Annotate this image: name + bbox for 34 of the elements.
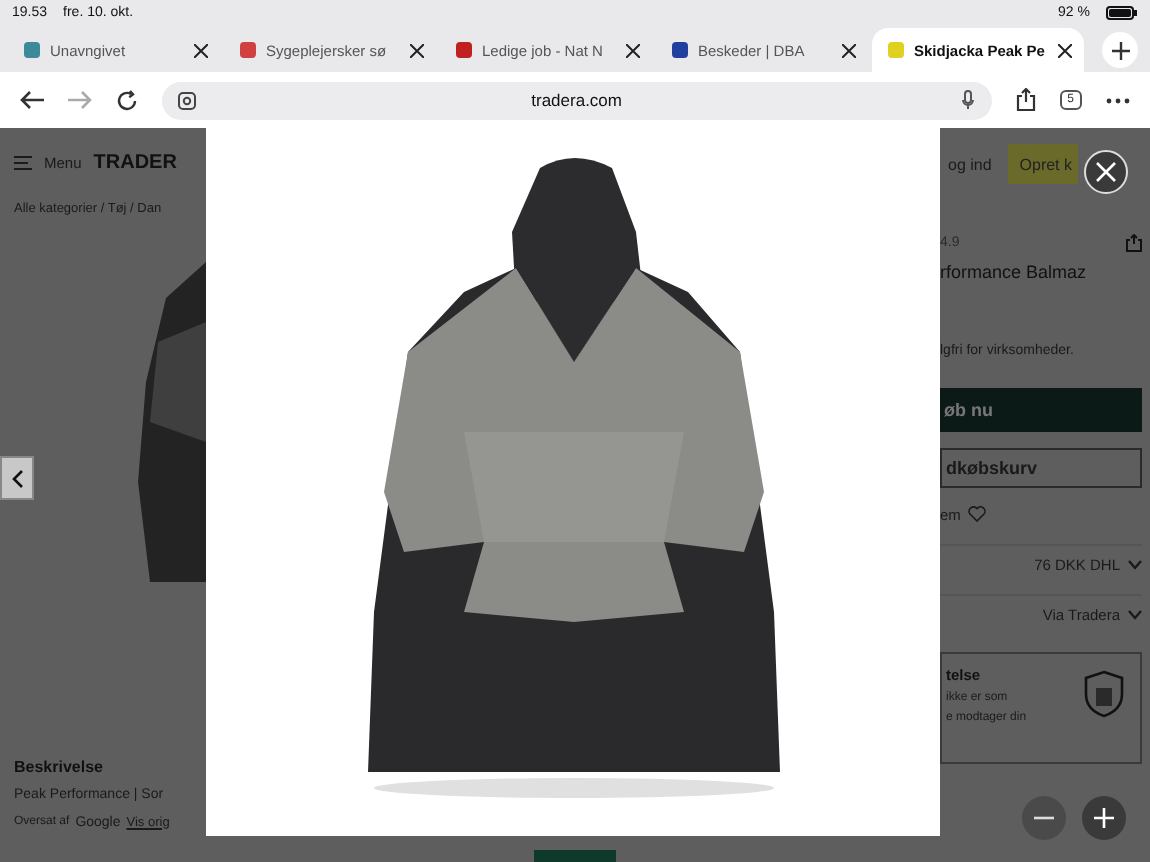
heart-icon[interactable] bbox=[968, 506, 987, 522]
menu-icon[interactable] bbox=[14, 155, 32, 169]
shield-icon bbox=[1084, 670, 1124, 718]
close-icon[interactable] bbox=[842, 43, 856, 57]
close-icon[interactable] bbox=[626, 43, 640, 57]
share-button[interactable] bbox=[1015, 88, 1036, 112]
close-icon[interactable] bbox=[1058, 43, 1072, 57]
share-icon[interactable] bbox=[1126, 233, 1142, 251]
buy-now-button[interactable]: øb nu bbox=[940, 388, 1142, 432]
battery-icon bbox=[1106, 5, 1138, 19]
close-icon[interactable] bbox=[194, 43, 208, 57]
address-field[interactable]: tradera.com bbox=[162, 81, 992, 119]
login-link[interactable]: og ind bbox=[948, 155, 992, 173]
close-icon[interactable] bbox=[410, 43, 424, 57]
more-button[interactable] bbox=[1106, 97, 1130, 103]
chevron-icon[interactable] bbox=[1128, 559, 1142, 569]
plus-icon bbox=[1094, 808, 1114, 828]
chevron-icon[interactable] bbox=[1128, 609, 1142, 619]
previous-button[interactable] bbox=[0, 456, 34, 500]
reload-button[interactable] bbox=[116, 89, 138, 111]
product-title: rformance Balmaz bbox=[940, 262, 1087, 282]
microphone-icon[interactable] bbox=[961, 90, 974, 110]
action-bar bbox=[534, 850, 616, 862]
new-tab-button[interactable] bbox=[1102, 32, 1138, 68]
camera-icon[interactable] bbox=[178, 91, 196, 109]
plus-icon bbox=[1111, 41, 1129, 59]
chevron-left-icon bbox=[11, 469, 23, 487]
close-icon bbox=[1096, 162, 1116, 182]
back-button[interactable] bbox=[20, 90, 44, 110]
minus-icon bbox=[1034, 816, 1054, 820]
signup-button[interactable]: Opret k bbox=[1007, 144, 1078, 184]
site-logo[interactable]: TRADER bbox=[93, 151, 177, 173]
add-to-cart-button[interactable]: dkøbskurv bbox=[940, 448, 1142, 488]
description-heading: Beskrivelse bbox=[14, 757, 103, 775]
